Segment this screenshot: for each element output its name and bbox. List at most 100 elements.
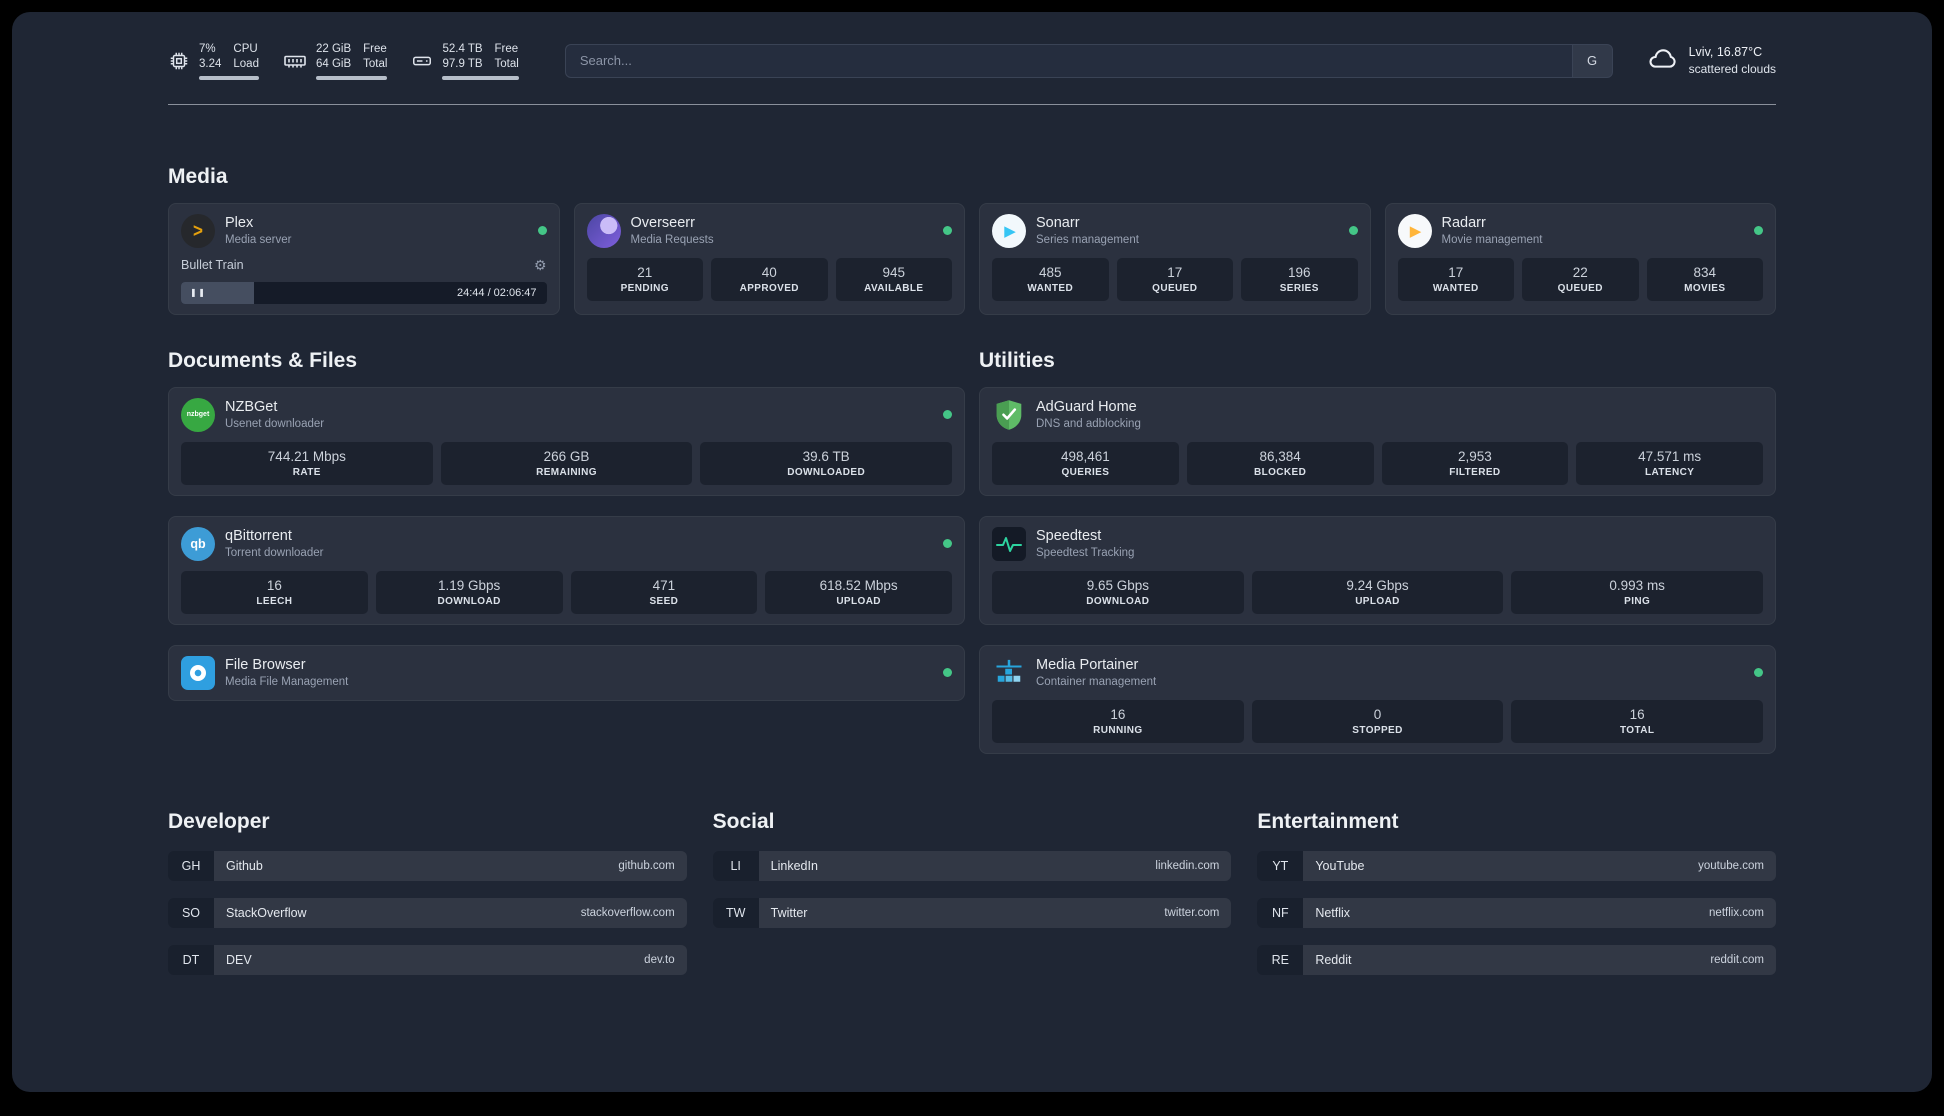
stat-tile: 9.65 Gbps DOWNLOAD [992, 570, 1244, 614]
service-name: Media Portainer [1036, 656, 1139, 673]
memory-icon [283, 49, 307, 73]
service-card-filebrowser[interactable]: File Browser Media File Management [168, 644, 965, 701]
media-section: Media > Plex Media server Bullet Train ⚙… [168, 165, 1776, 315]
bookmark-linkedin[interactable]: LI LinkedIn linkedin.com [712, 850, 1232, 881]
cpu-widget: 7% 3.24 CPU Load [168, 42, 259, 80]
bookmark-twitter[interactable]: TW Twitter twitter.com [712, 897, 1232, 928]
bookmark-reddit[interactable]: RE Reddit reddit.com [1257, 944, 1776, 975]
stat-label: UPLOAD [1355, 595, 1400, 607]
bookmark-dev[interactable]: DT DEV dev.to [168, 944, 687, 975]
cpu-percent: 7% [199, 43, 216, 55]
nzbget-logo-text: nzbget [186, 411, 210, 419]
service-card-portainer[interactable]: Media Portainer Container management 16 … [979, 644, 1776, 754]
stat-value: 744.21 Mbps [267, 448, 346, 464]
memory-total-value: 64 GiB [315, 57, 352, 70]
stat-label: FILTERED [1449, 466, 1501, 478]
service-card-qbittorrent[interactable]: qb qBittorrent Torrent downloader 16 LEE… [168, 515, 965, 625]
service-desc: Series management [1036, 233, 1139, 246]
stat-label: BLOCKED [1254, 466, 1307, 478]
service-card-nzbget[interactable]: nzbget NZBGet Usenet downloader 744.21 M… [168, 386, 965, 496]
section-title-documents: Documents & Files [168, 348, 358, 372]
pause-icon[interactable]: ❚❚ [190, 288, 206, 297]
bookmark-name: StackOverflow [226, 905, 307, 920]
stat-tile: 17 QUEUED [1116, 257, 1233, 301]
service-card-sonarr[interactable]: ▶ Sonarr Series management 485 WANTED 17… [979, 202, 1371, 315]
memory-usage-bar [315, 75, 388, 80]
stat-label: SEED [649, 595, 679, 607]
stat-label: RUNNING [1093, 724, 1143, 736]
bookmark-url: dev.to [644, 953, 675, 966]
status-dot [1754, 226, 1763, 236]
bookmark-netflix[interactable]: NF Netflix netflix.com [1257, 897, 1776, 928]
stat-label: DOWNLOADED [787, 466, 866, 478]
stat-value: 86,384 [1259, 448, 1301, 464]
service-desc: Media Requests [630, 233, 714, 246]
overseerr-icon [586, 213, 621, 248]
bookmark-name: LinkedIn [770, 858, 818, 873]
top-bar: 7% 3.24 CPU Load 22 GiB 64 GiB Free Tota… [168, 42, 1776, 80]
stat-tile: 16 LEECH [181, 570, 368, 614]
service-name: NZBGet [225, 398, 278, 415]
bookmark-youtube[interactable]: YT YouTube youtube.com [1257, 850, 1776, 881]
stat-tile: 9.24 Gbps UPLOAD [1251, 570, 1504, 614]
service-name: AdGuard Home [1036, 398, 1137, 415]
stat-tile: 196 SERIES [1241, 257, 1358, 301]
gear-icon[interactable]: ⚙ [534, 257, 547, 274]
stat-label: STOPPED [1352, 724, 1403, 736]
service-card-overseerr[interactable]: Overseerr Media Requests 21 PENDING 40 A… [573, 202, 965, 315]
service-card-adguard[interactable]: AdGuard Home DNS and adblocking 498,461 … [979, 386, 1776, 496]
filebrowser-icon [181, 655, 215, 690]
search-input[interactable] [565, 44, 1572, 77]
plex-icon: > [181, 213, 215, 248]
weather-condition: scattered clouds [1688, 62, 1776, 77]
bookmark-stackoverflow[interactable]: SO StackOverflow stackoverflow.com [168, 897, 687, 928]
service-card-radarr[interactable]: ▶ Radarr Movie management 17 WANTED 22 Q… [1384, 202, 1776, 315]
stat-label: PING [1624, 595, 1651, 607]
disk-values: 52.4 TB 97.9 TB [442, 42, 482, 72]
search-bar: G [564, 43, 1613, 78]
stat-label: QUERIES [1061, 466, 1110, 478]
bookmark-abbr: DT [168, 944, 214, 975]
documents-section: Documents & Files nzbget NZBGet Usenet d… [168, 349, 965, 701]
nzbget-icon: nzbget [181, 397, 215, 432]
playback-progress-bar[interactable]: ❚❚ 24:44 / 02:06:47 [181, 281, 547, 304]
stat-label: PENDING [620, 282, 669, 294]
bookmark-github[interactable]: GH Github github.com [168, 850, 687, 881]
stat-label: REMAINING [536, 466, 597, 478]
bookmark-abbr: TW [712, 897, 759, 928]
bookmark-name: Netflix [1315, 905, 1351, 920]
memory-labels: Free Total [363, 42, 387, 72]
service-desc: Torrent downloader [225, 546, 324, 559]
topbar-divider [168, 103, 1776, 105]
disk-labels: Free Total [495, 42, 519, 72]
service-name: Overseerr [630, 214, 695, 231]
stat-value: 266 GB [543, 448, 590, 464]
stat-value: 2,953 [1457, 448, 1492, 464]
bookmark-abbr: YT [1257, 850, 1304, 881]
status-dot [1754, 668, 1763, 678]
stat-value: 0.993 ms [1609, 577, 1665, 593]
utilities-section: Utilities AdGuard Home DNS and adblockin… [979, 349, 1776, 754]
service-card-speedtest[interactable]: Speedtest Speedtest Tracking 9.65 Gbps D… [979, 515, 1776, 625]
cloud-icon [1647, 46, 1679, 75]
stat-value: 21 [637, 264, 653, 280]
stat-tile: 485 WANTED [992, 257, 1109, 301]
service-card-plex[interactable]: > Plex Media server Bullet Train ⚙ ❚❚ 24… [168, 202, 560, 315]
now-playing-title: Bullet Train [181, 258, 244, 273]
service-desc: Media server [225, 233, 292, 246]
stat-label: WANTED [1432, 282, 1479, 294]
entertainment-section: Entertainment YT YouTube youtube.com NF … [1257, 810, 1776, 975]
portainer-icon [992, 656, 1026, 690]
status-dot [943, 668, 952, 678]
stat-tile: 1.19 Gbps DOWNLOAD [375, 570, 563, 614]
stat-label: LEECH [256, 595, 293, 607]
adguard-icon [992, 398, 1026, 432]
qbittorrent-icon: qb [181, 526, 215, 561]
cpu-usage-bar [199, 75, 259, 80]
section-title-developer: Developer [168, 809, 270, 833]
service-name: Plex [225, 214, 254, 231]
total-label: Total [363, 57, 388, 70]
search-provider-button[interactable]: G [1571, 44, 1612, 77]
stat-value: 40 [761, 264, 777, 280]
play-glyph: ▶ [1004, 222, 1016, 240]
